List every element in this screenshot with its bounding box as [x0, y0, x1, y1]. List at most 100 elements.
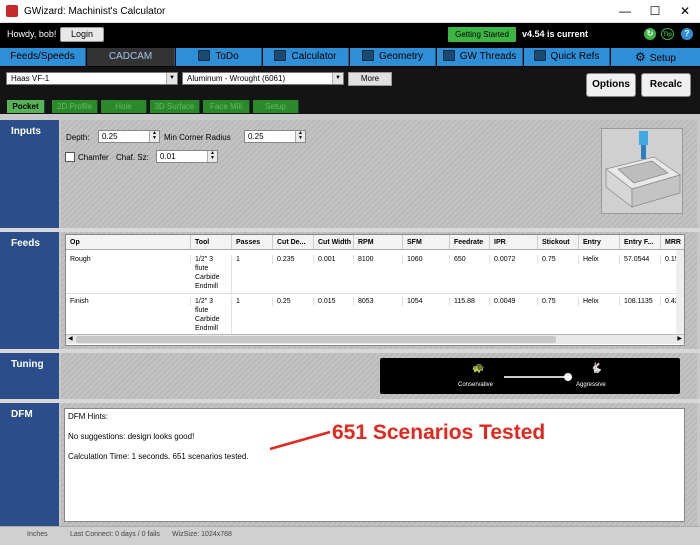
- tuning-slider-panel: 🐢 🐇 Conservative Aggressive: [380, 358, 680, 394]
- section-label-dfm: DFM: [0, 403, 59, 526]
- login-button[interactable]: Login: [60, 27, 104, 42]
- column-header[interactable]: MRR: [661, 235, 684, 250]
- subtab-hole[interactable]: Hole: [101, 100, 147, 113]
- subtab-pocket[interactable]: Pocket: [7, 100, 45, 113]
- tab-gw-threads[interactable]: GW Threads: [437, 48, 523, 66]
- tab-quick-refs[interactable]: Quick Refs: [524, 48, 610, 66]
- scrollbar-thumb[interactable]: [76, 336, 556, 343]
- turtle-icon: 🐢: [472, 363, 485, 374]
- tab-label: GW Threads: [459, 51, 517, 62]
- dfm-hint: No suggestions: design looks good!: [68, 432, 195, 441]
- greeting-text: Howdy, bob!: [7, 29, 57, 39]
- tab-feeds-speeds[interactable]: Feeds/Speeds: [0, 48, 86, 66]
- subtab-3d-surface[interactable]: 3D Surface: [150, 100, 200, 113]
- column-header[interactable]: Stickout: [538, 235, 579, 250]
- annotation-callout: 651 Scenarios Tested: [332, 421, 546, 444]
- window-title: GWizard: Machinist's Calculator: [24, 6, 166, 17]
- column-header[interactable]: Op: [66, 235, 191, 250]
- more-button[interactable]: More: [348, 72, 392, 86]
- rabbit-icon: 🐇: [590, 363, 603, 374]
- column-header[interactable]: Tool: [191, 235, 232, 250]
- material-select[interactable]: Aluminum - Wrought (6061) ▼: [182, 72, 344, 85]
- app-icon: [6, 5, 18, 17]
- machine-select[interactable]: Haas VF-1 ▼: [6, 72, 178, 85]
- chamfer-label: Chamfer: [78, 153, 109, 162]
- column-header[interactable]: Cut Width: [314, 235, 354, 250]
- tool-line: 1/2" 3: [195, 298, 214, 305]
- close-button[interactable]: ✕: [670, 0, 700, 22]
- maximize-button[interactable]: ☐: [640, 0, 670, 22]
- tab-label: Geometry: [379, 51, 423, 62]
- version-status: v4.54 is current: [522, 29, 589, 39]
- tab-todo[interactable]: ToDo: [176, 48, 262, 66]
- calculator-icon: [274, 50, 287, 61]
- depth-label: Depth:: [66, 133, 90, 142]
- tab-label: Quick Refs: [550, 51, 600, 62]
- vertical-scrollbar[interactable]: [676, 250, 684, 334]
- column-header[interactable]: SFM: [403, 235, 450, 250]
- column-header[interactable]: Feedrate: [450, 235, 490, 250]
- material-value: Aluminum - Wrought (6061): [187, 74, 286, 83]
- spinner-arrows-icon[interactable]: ▲ ▼: [207, 151, 217, 162]
- chevron-down-icon: ▼: [332, 73, 343, 84]
- column-header[interactable]: Entry: [579, 235, 620, 250]
- spinner-arrows-icon[interactable]: ▲ ▼: [149, 131, 159, 142]
- spinner-arrows-icon[interactable]: ▲ ▼: [295, 131, 305, 142]
- refresh-icon[interactable]: ↻: [644, 28, 656, 40]
- tab-setup[interactable]: ⚙ Setup: [611, 48, 700, 66]
- chamfer-checkbox[interactable]: [65, 152, 75, 162]
- column-header[interactable]: IPR: [490, 235, 538, 250]
- cell-rpm: 8100: [354, 255, 403, 264]
- tool-line: Endmill: [195, 283, 218, 290]
- column-header[interactable]: Passes: [232, 235, 273, 250]
- wizsize-status: WizSize: 1024x768: [172, 531, 232, 538]
- threads-icon: [442, 50, 455, 61]
- min-corner-radius-value: 0.25: [248, 132, 264, 141]
- conservative-label: Conservative: [458, 382, 494, 388]
- row-divider: [66, 293, 684, 294]
- tab-cadcam[interactable]: CADCAM: [87, 48, 175, 66]
- column-header[interactable]: Cut De...: [273, 235, 314, 250]
- subtab-2d-profile[interactable]: 2D Profile: [52, 100, 98, 113]
- depth-input[interactable]: 0.25 ▲ ▼: [98, 130, 160, 143]
- tab-label: CADCAM: [108, 51, 153, 62]
- gear-icon: ⚙: [635, 50, 646, 64]
- todo-icon: [198, 50, 211, 61]
- min-corner-radius-label: Min Corner Radius: [164, 133, 231, 142]
- cell-entry: Helix: [579, 255, 620, 264]
- recalc-button[interactable]: Recalc: [641, 73, 691, 97]
- column-header[interactable]: RPM: [354, 235, 403, 250]
- subtab-face-mill[interactable]: Face Mill: [203, 100, 250, 113]
- tool-line: Carbide: [195, 316, 220, 323]
- cell-passes: 1: [232, 297, 273, 306]
- cell-ipr: 0.0049: [490, 297, 538, 306]
- section-label-feeds: Feeds: [0, 232, 59, 349]
- tip-icon[interactable]: Tip: [661, 28, 674, 40]
- scroll-left-icon[interactable]: ◀: [68, 335, 73, 342]
- tuning-slider-thumb[interactable]: [564, 373, 572, 381]
- horizontal-scrollbar[interactable]: ◀ ▶: [66, 334, 684, 344]
- min-corner-radius-input[interactable]: 0.25 ▲ ▼: [244, 130, 306, 143]
- tool-line: Endmill: [195, 325, 218, 332]
- cell-cut-width: 0.015: [314, 297, 354, 306]
- minimize-button[interactable]: —: [610, 0, 640, 22]
- cell-rpm: 8053: [354, 297, 403, 306]
- options-button[interactable]: Options: [586, 73, 636, 97]
- tool-line: flute: [195, 265, 209, 272]
- tab-geometry[interactable]: Geometry: [350, 48, 436, 66]
- tuning-slider-track[interactable]: [504, 376, 568, 378]
- section-label-inputs: Inputs: [0, 120, 59, 228]
- subtab-setup[interactable]: Setup: [253, 100, 299, 113]
- cell-ipr: 0.0072: [490, 255, 538, 264]
- getting-started-button[interactable]: Getting Started: [448, 27, 516, 42]
- cell-entry-feed: 57.0544: [620, 255, 661, 264]
- tab-calculator[interactable]: Calculator: [263, 48, 349, 66]
- cell-stickout: 0.75: [538, 297, 579, 306]
- cell-cut-width: 0.001: [314, 255, 354, 264]
- depth-value: 0.25: [102, 132, 118, 141]
- column-header[interactable]: Entry F...: [620, 235, 661, 250]
- scroll-right-icon[interactable]: ▶: [677, 335, 682, 342]
- help-icon[interactable]: ?: [681, 28, 693, 40]
- cell-feedrate: 115.88: [450, 297, 490, 306]
- chamfer-size-input[interactable]: 0.01 ▲ ▼: [156, 150, 218, 163]
